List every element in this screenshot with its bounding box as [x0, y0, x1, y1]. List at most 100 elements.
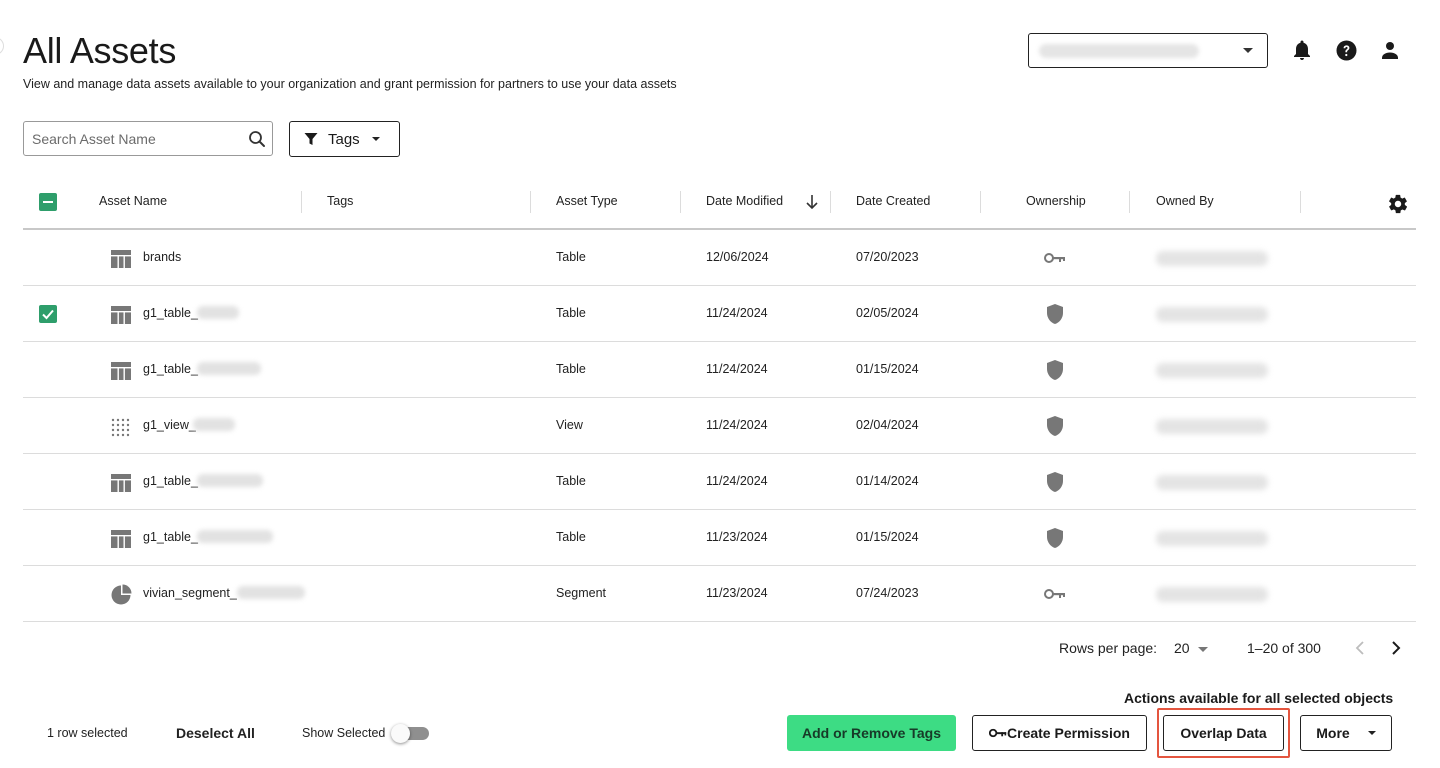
- shield-icon: [1043, 359, 1067, 381]
- search-icon[interactable]: [248, 130, 266, 148]
- select-all-checkbox[interactable]: [39, 193, 57, 211]
- chevron-right-icon: [1392, 641, 1401, 655]
- overlap-data-button[interactable]: Overlap Data: [1163, 715, 1284, 751]
- create-permission-label: Create Permission: [1007, 725, 1130, 741]
- organization-name-redacted: [1039, 44, 1199, 58]
- show-selected-label: Show Selected: [302, 726, 386, 740]
- row-checkbox[interactable]: [39, 305, 57, 323]
- column-divider[interactable]: [530, 191, 531, 213]
- rows-per-page-select[interactable]: 20: [1174, 640, 1190, 656]
- asset-type: Table: [556, 362, 586, 376]
- deselect-all-button[interactable]: Deselect All: [176, 725, 255, 741]
- asset-type: Table: [556, 250, 586, 264]
- caret-down-icon: [1367, 731, 1376, 735]
- table-row[interactable]: g1_table_ Table 11/24/2024 02/05/2024: [23, 286, 1416, 342]
- column-divider[interactable]: [1300, 191, 1301, 213]
- asset-type: Table: [556, 474, 586, 488]
- asset-name-redacted: [237, 586, 305, 599]
- asset-name[interactable]: g1_table_: [143, 362, 198, 376]
- pagination-range: 1–20 of 300: [1247, 640, 1321, 656]
- selected-count: 1 row selected: [47, 726, 128, 740]
- column-header-asset-type[interactable]: Asset Type: [556, 194, 618, 208]
- assets-table: Asset Name Tags Asset Type Date Modified…: [23, 174, 1416, 622]
- table-row[interactable]: g1_table_ Table 11/23/2024 01/15/2024: [23, 510, 1416, 566]
- date-created: 07/20/2023: [856, 250, 919, 264]
- asset-name-redacted: [197, 530, 273, 543]
- column-divider[interactable]: [980, 191, 981, 213]
- caret-down-icon: [371, 137, 380, 141]
- asset-name-redacted: [197, 362, 261, 375]
- pie-chart-icon: [111, 584, 132, 605]
- shield-icon: [1043, 303, 1067, 325]
- view-grid-icon: [111, 418, 130, 437]
- shield-icon: [1043, 527, 1067, 549]
- chevron-down-icon: [1243, 48, 1253, 53]
- column-divider[interactable]: [301, 191, 302, 213]
- column-header-date-created[interactable]: Date Created: [856, 194, 930, 208]
- table-row[interactable]: g1_table_ Table 11/24/2024 01/14/2024: [23, 454, 1416, 510]
- partial-circle-decoration: [0, 37, 4, 55]
- column-divider[interactable]: [680, 191, 681, 213]
- caret-down-icon[interactable]: [1198, 647, 1208, 652]
- asset-name-redacted: [197, 306, 239, 319]
- tags-filter-button[interactable]: Tags: [289, 121, 400, 157]
- asset-name[interactable]: g1_table_: [143, 530, 198, 544]
- user-icon[interactable]: [1379, 39, 1401, 61]
- arrow-down-icon[interactable]: [805, 194, 819, 210]
- asset-name[interactable]: vivian_segment_: [143, 586, 237, 600]
- key-icon: [1043, 247, 1067, 269]
- shield-icon: [1043, 471, 1067, 493]
- tags-filter-label: Tags: [328, 130, 360, 148]
- asset-type: Segment: [556, 586, 607, 600]
- column-header-asset-name[interactable]: Asset Name: [99, 194, 167, 208]
- column-header-date-modified[interactable]: Date Modified: [706, 194, 783, 208]
- organization-select[interactable]: [1028, 33, 1268, 68]
- table-icon: [111, 530, 131, 548]
- search-input[interactable]: [24, 122, 244, 155]
- help-icon[interactable]: [1335, 39, 1357, 61]
- next-page-button[interactable]: [1385, 637, 1407, 659]
- asset-name-redacted: [193, 418, 235, 431]
- date-created: 02/05/2024: [856, 306, 919, 320]
- column-divider[interactable]: [830, 191, 831, 213]
- asset-name[interactable]: g1_table_: [143, 474, 198, 488]
- rows-per-page-label: Rows per page:: [1059, 640, 1158, 656]
- actions-caption: Actions available for all selected objec…: [1124, 690, 1394, 706]
- search-box[interactable]: [23, 121, 273, 156]
- show-selected-toggle[interactable]: [391, 724, 431, 743]
- bell-icon[interactable]: [1291, 39, 1313, 61]
- table-icon: [111, 250, 131, 268]
- table-row[interactable]: g1_view_ View 11/24/2024 02/04/2024: [23, 398, 1416, 454]
- owner-redacted: [1156, 531, 1268, 546]
- previous-page-button[interactable]: [1349, 637, 1371, 659]
- page-title: All Assets: [23, 30, 177, 71]
- table-row[interactable]: g1_table_ Table 11/24/2024 01/15/2024: [23, 342, 1416, 398]
- gear-icon[interactable]: [1387, 193, 1409, 215]
- asset-name[interactable]: g1_table_: [143, 306, 198, 320]
- shield-icon: [1043, 415, 1067, 437]
- column-header-tags[interactable]: Tags: [327, 194, 353, 208]
- date-modified: 11/24/2024: [706, 418, 768, 432]
- asset-type: Table: [556, 306, 586, 320]
- date-created: 07/24/2023: [856, 586, 919, 600]
- date-modified: 11/23/2024: [706, 530, 768, 544]
- add-remove-tags-button[interactable]: Add or Remove Tags: [787, 715, 956, 751]
- owner-redacted: [1156, 475, 1268, 490]
- table-row[interactable]: brands Table 12/06/2024 07/20/2023: [23, 230, 1416, 286]
- asset-name[interactable]: g1_view_: [143, 418, 196, 432]
- date-created: 01/15/2024: [856, 362, 919, 376]
- page-subtitle: View and manage data assets available to…: [23, 77, 677, 91]
- date-modified: 11/24/2024: [706, 362, 768, 376]
- column-header-owned-by[interactable]: Owned By: [1156, 194, 1214, 208]
- date-modified: 11/23/2024: [706, 586, 768, 600]
- asset-name[interactable]: brands: [143, 250, 181, 264]
- table-row[interactable]: vivian_segment_ Segment 11/23/2024 07/24…: [23, 566, 1416, 622]
- create-permission-button[interactable]: Create Permission: [972, 715, 1147, 751]
- column-header-ownership[interactable]: Ownership: [1026, 194, 1086, 208]
- toggle-knob: [391, 724, 410, 743]
- table-header: Asset Name Tags Asset Type Date Modified…: [23, 174, 1416, 230]
- column-divider[interactable]: [1129, 191, 1130, 213]
- date-modified: 11/24/2024: [706, 474, 768, 488]
- date-modified: 12/06/2024: [706, 250, 769, 264]
- more-actions-button[interactable]: More: [1300, 715, 1392, 751]
